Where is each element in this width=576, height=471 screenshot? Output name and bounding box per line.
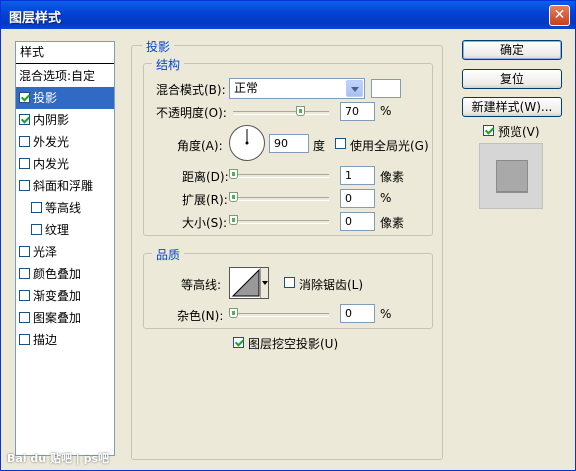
window-title: 图层样式: [9, 11, 62, 26]
size-label: 大小(S):: [182, 216, 228, 230]
style-item-label: 斜面和浮雕: [33, 179, 94, 193]
noise-input[interactable]: 0: [340, 304, 375, 323]
spread-slider-thumb[interactable]: [229, 192, 238, 202]
style-item[interactable]: 渐变叠加: [16, 285, 114, 307]
style-item[interactable]: 图案叠加: [16, 307, 114, 329]
style-item[interactable]: 外发光: [16, 131, 114, 153]
style-item[interactable]: 等高线: [16, 197, 114, 219]
angle-dial[interactable]: [229, 125, 265, 161]
style-item[interactable]: 纹理: [16, 219, 114, 241]
style-item-checkbox[interactable]: [19, 268, 30, 279]
style-item-checkbox[interactable]: [31, 202, 42, 213]
title-bar[interactable]: 图层样式 ✕: [1, 1, 575, 29]
knockout-label[interactable]: 图层挖空投影(U): [248, 335, 338, 352]
style-item[interactable]: 混合选项:自定: [16, 65, 114, 87]
quality-title: 品质: [152, 246, 185, 263]
style-item-label: 图案叠加: [33, 311, 82, 325]
spread-label: 扩展(R):: [182, 193, 228, 207]
blend-mode-value: 正常: [234, 81, 259, 95]
size-slider[interactable]: [229, 215, 329, 225]
distance-unit: 像素: [380, 170, 405, 184]
ok-button[interactable]: 确定: [462, 40, 562, 60]
style-item-label: 内阴影: [33, 113, 70, 127]
style-preview: [479, 143, 543, 209]
spread-unit: %: [380, 191, 392, 205]
distance-label: 距离(D):: [182, 170, 229, 184]
contour-preview-icon: [231, 268, 260, 297]
angle-label: 角度(A):: [177, 139, 223, 153]
preview-swatch: [496, 160, 528, 192]
watermark-text: Bai du 贴吧 | ps吧: [7, 452, 110, 465]
distance-slider[interactable]: [229, 169, 329, 179]
angle-unit: 度: [313, 139, 326, 153]
reset-button[interactable]: 复位: [462, 69, 562, 89]
blend-mode-label: 混合模式(B):: [156, 83, 226, 97]
style-list: 样式 混合选项:自定投影内阴影外发光内发光斜面和浮雕等高线纹理光泽颜色叠加渐变叠…: [15, 41, 115, 456]
spread-input[interactable]: 0: [340, 189, 375, 208]
blend-mode-select[interactable]: 正常: [229, 78, 365, 99]
contour-picker[interactable]: [229, 267, 269, 299]
style-item-checkbox[interactable]: [19, 334, 30, 345]
style-item-label: 纹理: [45, 223, 70, 237]
style-item-checkbox[interactable]: [19, 312, 30, 323]
style-item-label: 颜色叠加: [33, 267, 82, 281]
contour-label: 等高线:: [181, 278, 222, 292]
style-item-checkbox[interactable]: [19, 136, 30, 147]
style-item[interactable]: 内阴影: [16, 109, 114, 131]
distance-slider-thumb[interactable]: [229, 169, 238, 179]
style-item-checkbox[interactable]: [31, 224, 42, 235]
size-input[interactable]: 0: [340, 212, 375, 231]
noise-unit: %: [380, 307, 392, 321]
chevron-down-icon[interactable]: [346, 80, 363, 97]
style-item[interactable]: 斜面和浮雕: [16, 175, 114, 197]
knockout-checkbox[interactable]: [233, 337, 244, 348]
style-item-checkbox[interactable]: [19, 158, 30, 169]
style-item-checkbox[interactable]: [19, 290, 30, 301]
style-list-header: 样式: [16, 42, 114, 64]
opacity-slider[interactable]: [233, 106, 329, 116]
style-item-checkbox[interactable]: [19, 114, 30, 125]
distance-input[interactable]: 1: [340, 166, 375, 185]
style-item-label: 投影: [33, 91, 58, 105]
style-item-checkbox[interactable]: [19, 180, 30, 191]
close-icon[interactable]: ✕: [549, 5, 570, 26]
opacity-unit: %: [380, 104, 392, 118]
style-item[interactable]: 描边: [16, 329, 114, 351]
spread-slider[interactable]: [229, 192, 329, 202]
structure-title: 结构: [152, 56, 185, 73]
opacity-input[interactable]: 70: [340, 102, 375, 121]
style-item-label: 描边: [33, 333, 58, 347]
layer-style-dialog: 图层样式 ✕ 样式 混合选项:自定 投影 内阴影 外发光 内发光 斜面和浮雕 等高线 纹理 光泽…: [0, 0, 576, 471]
preview-label[interactable]: 预览(V): [498, 123, 540, 140]
global-light-label[interactable]: 使用全局光(G): [350, 137, 429, 154]
noise-label: 杂色(N):: [177, 309, 224, 323]
noise-slider-thumb[interactable]: [229, 308, 238, 318]
noise-slider[interactable]: [229, 308, 329, 318]
style-item-checkbox[interactable]: [19, 92, 30, 103]
contour-dropdown-icon[interactable]: [260, 268, 268, 298]
style-item-checkbox[interactable]: [19, 246, 30, 257]
antialias-label[interactable]: 消除锯齿(L): [299, 276, 363, 293]
style-item[interactable]: 颜色叠加: [16, 263, 114, 285]
shadow-color-swatch[interactable]: [371, 79, 401, 98]
size-unit: 像素: [380, 216, 405, 230]
style-item-label: 内发光: [33, 157, 70, 171]
style-item-label: 混合选项:自定: [19, 69, 96, 83]
style-item[interactable]: 光泽: [16, 241, 114, 263]
style-item[interactable]: 内发光: [16, 153, 114, 175]
antialias-checkbox[interactable]: [284, 277, 295, 288]
style-item-label: 光泽: [33, 245, 58, 259]
style-item-label: 渐变叠加: [33, 289, 82, 303]
drop-shadow-title: 投影: [142, 38, 175, 55]
style-item[interactable]: 投影: [16, 87, 114, 109]
opacity-label: 不透明度(O):: [156, 106, 227, 120]
global-light-checkbox[interactable]: [335, 138, 346, 149]
new-style-button[interactable]: 新建样式(W)...: [462, 97, 562, 117]
size-slider-thumb[interactable]: [229, 215, 238, 225]
opacity-slider-thumb[interactable]: [296, 106, 306, 116]
style-item-label: 等高线: [45, 201, 82, 215]
angle-input[interactable]: 90: [269, 134, 309, 153]
preview-checkbox[interactable]: [483, 125, 494, 136]
style-item-label: 外发光: [33, 135, 70, 149]
